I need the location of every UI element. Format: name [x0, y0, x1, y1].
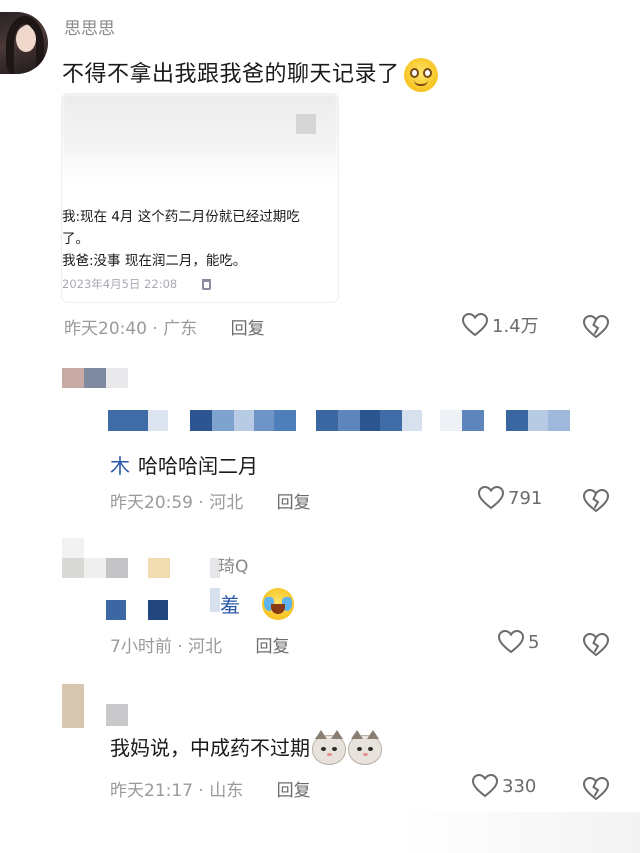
chat-screenshot-image[interactable]: 我:现在 4月 这个药二月份就已经过期吃 了。 我爸:没事 现在润二月，能吃。 …: [62, 94, 338, 302]
chat-line-3: 我爸:没事 现在润二月，能吃。: [62, 253, 247, 269]
like-button[interactable]: 1.4万: [462, 312, 539, 338]
mention-link[interactable]: 木: [110, 454, 130, 478]
cat-face-icon: [312, 729, 346, 765]
comment-3-location: 山东: [209, 781, 244, 801]
comment-2-location: 河北: [188, 637, 223, 657]
smiling-face-icon: [403, 58, 438, 92]
comment-1-content: 哈哈哈闰二月: [138, 454, 258, 478]
author-name[interactable]: 思思思: [64, 14, 115, 39]
meta-separator: ·: [198, 781, 204, 801]
author-avatar[interactable]: [0, 12, 48, 74]
comment-1-time: 昨天20:59: [110, 493, 193, 513]
comment-2-time: 7小时前: [110, 637, 172, 657]
post-meta: 昨天20:40 · 广东 回复: [64, 314, 265, 339]
dislike-icon[interactable]: [583, 633, 609, 657]
chat-line-2: 了。: [62, 231, 89, 247]
meta-separator: ·: [152, 319, 158, 339]
trash-icon: [202, 279, 211, 290]
blurred-area: [62, 94, 338, 180]
post-time: 昨天20:40: [64, 319, 147, 339]
dislike-icon[interactable]: [583, 315, 609, 339]
comment-1-text: 木哈哈哈闰二月: [110, 450, 258, 479]
comment-1-meta: 昨天20:59 · 河北 回复: [110, 488, 311, 513]
cat-face-icon: [348, 729, 382, 765]
like-count: 1.4万: [492, 316, 539, 337]
like-count: 5: [528, 631, 540, 653]
heart-icon: [498, 630, 524, 654]
reply-button[interactable]: 回复: [277, 781, 311, 801]
comment-3-content: 我妈说，中成药不过期: [110, 736, 310, 760]
comment-3-text: 我妈说，中成药不过期: [110, 729, 382, 765]
post-text-content: 不得不拿出我跟我爸的聊天记录了: [62, 62, 400, 87]
reply-button[interactable]: 回复: [231, 319, 265, 339]
like-count: 330: [502, 775, 537, 797]
comment-2-username-fragment[interactable]: 琦Q: [218, 552, 248, 577]
comment-2-meta: 7小时前 · 河北 回复: [110, 632, 289, 657]
chat-line-1: 我:现在 4月 这个药二月份就已经过期吃: [62, 209, 300, 225]
dislike-icon[interactable]: [583, 777, 609, 801]
heart-icon: [478, 486, 504, 510]
chat-timestamp: 2023年4月5日 22:08: [62, 277, 178, 291]
comment-2-text-fragment: 羞: [220, 593, 240, 617]
like-count: 791: [508, 487, 543, 509]
meta-separator: ·: [177, 637, 183, 657]
reply-button[interactable]: 回复: [255, 637, 289, 657]
reply-button[interactable]: 回复: [277, 493, 311, 513]
crying-laughing-icon: [262, 588, 294, 620]
post-text: 不得不拿出我跟我爸的聊天记录了: [62, 56, 438, 92]
like-button[interactable]: 330: [472, 774, 536, 798]
post-location: 广东: [163, 319, 198, 339]
dislike-icon[interactable]: [583, 489, 609, 513]
avatar-face: [16, 26, 36, 52]
heart-icon: [472, 774, 498, 798]
comment-3-time: 昨天21:17: [110, 781, 193, 801]
heart-icon: [462, 313, 488, 337]
comment-3-meta: 昨天21:17 · 山东 回复: [110, 776, 311, 801]
comment-1-location: 河北: [209, 493, 244, 513]
blurred-square: [296, 114, 316, 134]
like-button[interactable]: 5: [498, 630, 539, 654]
chat-lines: 我:现在 4月 这个药二月份就已经过期吃 了。 我爸:没事 现在润二月，能吃。: [62, 206, 300, 272]
like-button[interactable]: 791: [478, 486, 542, 510]
bottom-watermark-fade: [400, 812, 640, 853]
meta-separator: ·: [198, 493, 204, 513]
